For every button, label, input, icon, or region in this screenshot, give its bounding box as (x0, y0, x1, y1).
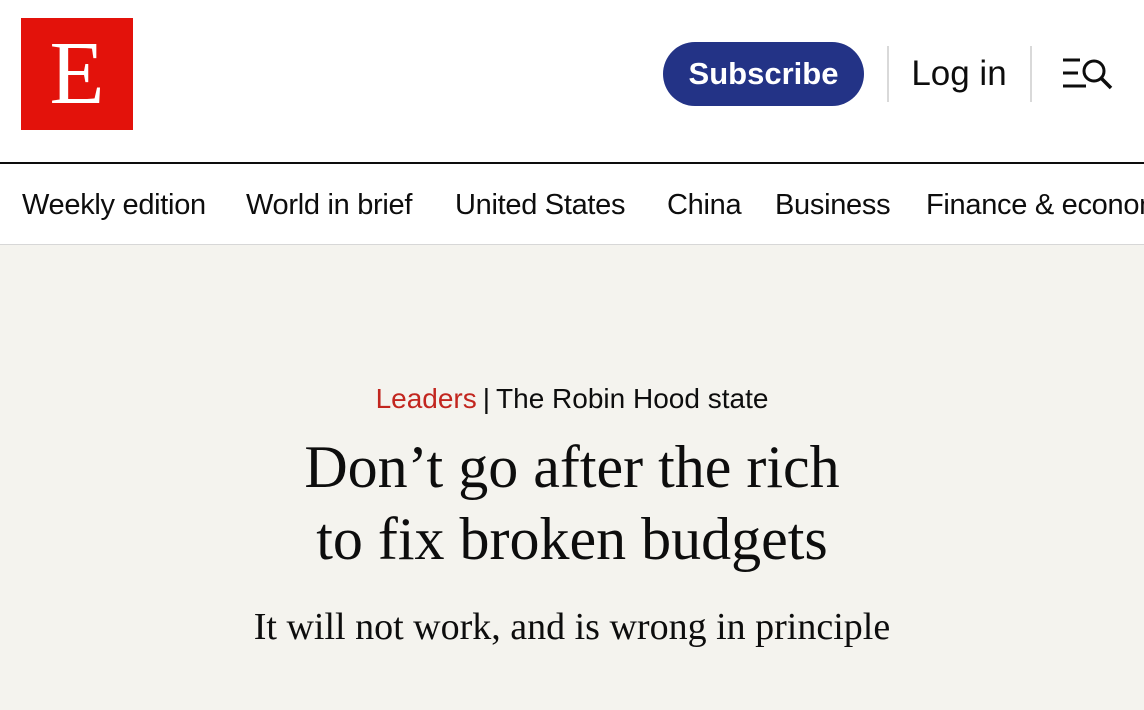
header-divider (1030, 46, 1032, 102)
article-kicker: Leaders | The Robin Hood state (0, 379, 1144, 419)
site-header: E Subscribe Log in (0, 0, 1144, 164)
login-link[interactable]: Log in (906, 42, 1012, 106)
article-hero: Leaders | The Robin Hood state Don’t go af… (0, 245, 1144, 710)
economist-logo[interactable]: E (21, 18, 133, 130)
nav-item-finance-economics[interactable]: Finance & economics (926, 164, 1144, 244)
nav-item-business[interactable]: Business (775, 164, 891, 244)
nav-item-china[interactable]: China (667, 164, 742, 244)
headline-line: to fix broken budgets (316, 506, 828, 572)
article-rubric: It will not work, and is wrong in princi… (253, 606, 891, 648)
header-divider (887, 46, 889, 102)
kicker-separator: | (482, 383, 491, 414)
subscribe-button[interactable]: Subscribe (663, 42, 864, 106)
article-headline: Don’t go after the rich to fix broken bu… (120, 431, 1024, 575)
section-link[interactable]: Leaders (376, 383, 477, 414)
section-nav: Weekly edition World in brief United Sta… (0, 164, 1144, 245)
headline-line: Don’t go after the rich (304, 434, 840, 500)
nav-item-united-states[interactable]: United States (455, 164, 626, 244)
nav-item-world-in-brief[interactable]: World in brief (246, 164, 412, 244)
fly-title: The Robin Hood state (496, 383, 769, 414)
nav-item-weekly-edition[interactable]: Weekly edition (22, 164, 206, 244)
menu-search-icon[interactable] (1060, 52, 1118, 96)
